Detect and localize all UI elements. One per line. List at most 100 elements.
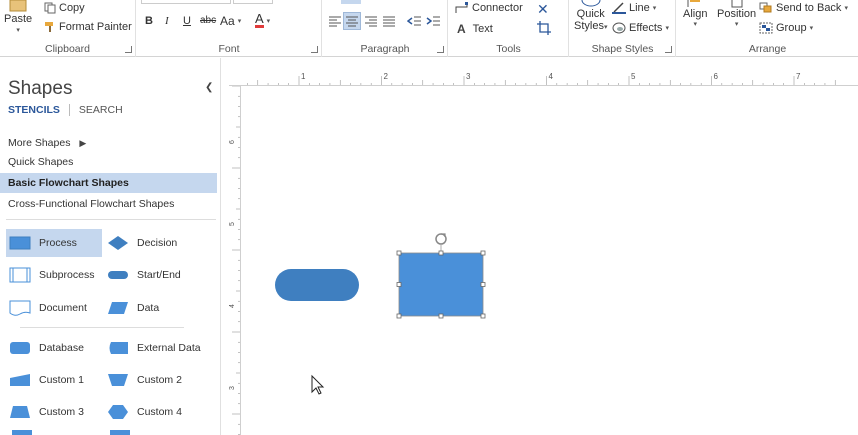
font-size-box[interactable] [233, 0, 273, 4]
paste-icon [9, 0, 27, 12]
shape-custom-2[interactable]: Custom 2 [104, 366, 214, 394]
shape-start-end[interactable]: Start/End [104, 261, 214, 289]
italic-button[interactable]: I [165, 15, 169, 27]
shape-data[interactable]: Data [104, 294, 214, 322]
align-button[interactable]: Align ▾ [683, 0, 707, 28]
bold-button[interactable]: B [145, 15, 153, 27]
decrease-indent-button[interactable] [406, 13, 423, 29]
quick-styles-button[interactable]: Quick Styles▾ [574, 0, 607, 32]
tab-stencils[interactable]: STENCILS [8, 104, 60, 116]
effects-button[interactable]: Effects ▾ [612, 22, 669, 34]
tab-search[interactable]: SEARCH [79, 104, 123, 116]
custom4-icon [108, 405, 128, 419]
font-launcher-icon[interactable] [311, 46, 318, 53]
close-icon: ✕ [537, 1, 549, 17]
connector-button[interactable]: Connector [455, 2, 523, 14]
send-to-back-button[interactable]: Send to Back ▾ [759, 2, 848, 14]
shape-document[interactable]: Document [6, 294, 102, 322]
vertical-ruler[interactable]: 6 5 4 3 [229, 86, 241, 435]
font-color-button[interactable]: A ▾ [255, 11, 270, 28]
paste-button[interactable]: Paste ▾ [4, 0, 32, 34]
chevron-down-icon: ▾ [237, 18, 242, 25]
align-icon [687, 0, 701, 7]
justify-button[interactable] [381, 13, 397, 29]
arrange-group: Align ▾ Position ▾ Send to Back ▾ Group … [677, 0, 858, 57]
shape-styles-launcher-icon[interactable] [665, 46, 672, 53]
group-button[interactable]: Group ▾ [759, 22, 813, 34]
increase-indent-button[interactable] [426, 13, 442, 29]
shape-decision[interactable]: Decision [104, 229, 214, 257]
shape-custom-3[interactable]: Custom 3 [6, 398, 102, 426]
stencil-quick-shapes[interactable]: Quick Shapes [0, 152, 217, 172]
mouse-cursor-icon [311, 374, 325, 395]
align-right-button[interactable] [363, 13, 379, 29]
send-to-back-icon [759, 2, 772, 13]
shape-custom-4[interactable]: Custom 4 [104, 398, 214, 426]
ruler-number: 7 [796, 72, 801, 81]
chevron-down-icon: ▾ [652, 5, 657, 12]
group-icon [759, 22, 773, 34]
line-button[interactable]: Line ▾ [612, 2, 656, 14]
align-right-icon [365, 16, 377, 27]
copy-button[interactable]: Copy [44, 2, 85, 14]
ruler-number: 4 [549, 72, 554, 81]
start-end-shape[interactable] [275, 269, 359, 301]
strikethrough-button[interactable]: abc [200, 15, 216, 26]
underline-button[interactable]: U [183, 15, 191, 27]
chevron-down-icon: ▾ [844, 5, 848, 12]
tab-divider [68, 104, 70, 116]
align-left-icon [329, 16, 341, 27]
document-icon [9, 300, 31, 316]
data-icon [108, 302, 128, 314]
shape-external-data[interactable]: External Data [104, 334, 214, 362]
chevron-down-icon: ▾ [665, 25, 669, 32]
paragraph-launcher-icon[interactable] [437, 46, 444, 53]
paragraph-group: Paragraph [323, 0, 448, 57]
shape-styles-group: Quick Styles▾ Line ▾ Effects ▾ Shape Sty… [570, 0, 676, 57]
canvas-shapes [275, 233, 486, 395]
crop-tool-button[interactable] [537, 21, 551, 38]
stencil-cross-functional-flowchart[interactable]: Cross-Functional Flowchart Shapes [0, 194, 217, 214]
collapse-panel-icon[interactable]: ❮ [205, 82, 213, 93]
align-left-button[interactable] [327, 13, 343, 29]
process-shape[interactable] [398, 252, 484, 317]
horizontal-ruler[interactable]: 1 2 3 4 5 6 7 [229, 70, 858, 86]
chevron-down-icon: ▾ [16, 27, 20, 34]
ruler-number: 4 [229, 304, 236, 308]
close-tool-button[interactable]: ✕ [537, 1, 549, 18]
ruler-number: 6 [714, 72, 719, 81]
position-button[interactable]: Position ▾ [717, 0, 756, 28]
shape-process[interactable]: Process [6, 229, 102, 257]
shape-subprocess[interactable]: Subprocess [6, 261, 102, 289]
text-tool-button[interactable]: A Text [457, 22, 493, 36]
paragraph-top-button[interactable] [341, 0, 361, 4]
decision-icon [108, 236, 128, 250]
stencil-basic-flowchart-shapes[interactable]: Basic Flowchart Shapes [0, 173, 217, 193]
shape-database[interactable]: Database [6, 334, 102, 362]
font-color-icon: A [255, 11, 264, 28]
shape-styles-group-label: Shape Styles [591, 43, 654, 55]
custom3-icon [10, 406, 30, 418]
shape-custom-1[interactable]: Custom 1 [6, 366, 102, 394]
format-painter-button[interactable]: Format Painter [44, 21, 132, 33]
chevron-down-icon: ▾ [809, 25, 814, 32]
chevron-down-icon: ▾ [693, 21, 697, 28]
drawing-canvas[interactable] [242, 87, 858, 435]
chevron-right-icon: ▶ [79, 138, 87, 148]
divider [6, 219, 216, 220]
tools-group: Connector A Text ✕ Tools [449, 0, 569, 57]
position-icon [731, 0, 743, 8]
rotate-icon[interactable] [435, 233, 447, 245]
shapes-panel: Shapes ❮ STENCILS SEARCH More Shapes ▶ Q… [0, 58, 221, 435]
clipboard-group: Paste ▾ Copy Format Painter Clipboard [0, 0, 136, 57]
stencil-more-shapes[interactable]: More Shapes ▶ [0, 133, 217, 153]
font-name-box[interactable] [141, 0, 231, 4]
decrease-indent-icon [406, 16, 421, 26]
horizontal-ruler-ticks: 1 2 3 4 5 6 7 [247, 72, 836, 85]
effects-icon [612, 22, 626, 34]
change-case-button[interactable]: Aa ▾ [220, 14, 241, 28]
shape-row-partial [10, 430, 210, 435]
align-center-button[interactable] [343, 12, 361, 30]
clipboard-launcher-icon[interactable] [125, 46, 132, 53]
chevron-down-icon: ▾ [734, 21, 739, 28]
